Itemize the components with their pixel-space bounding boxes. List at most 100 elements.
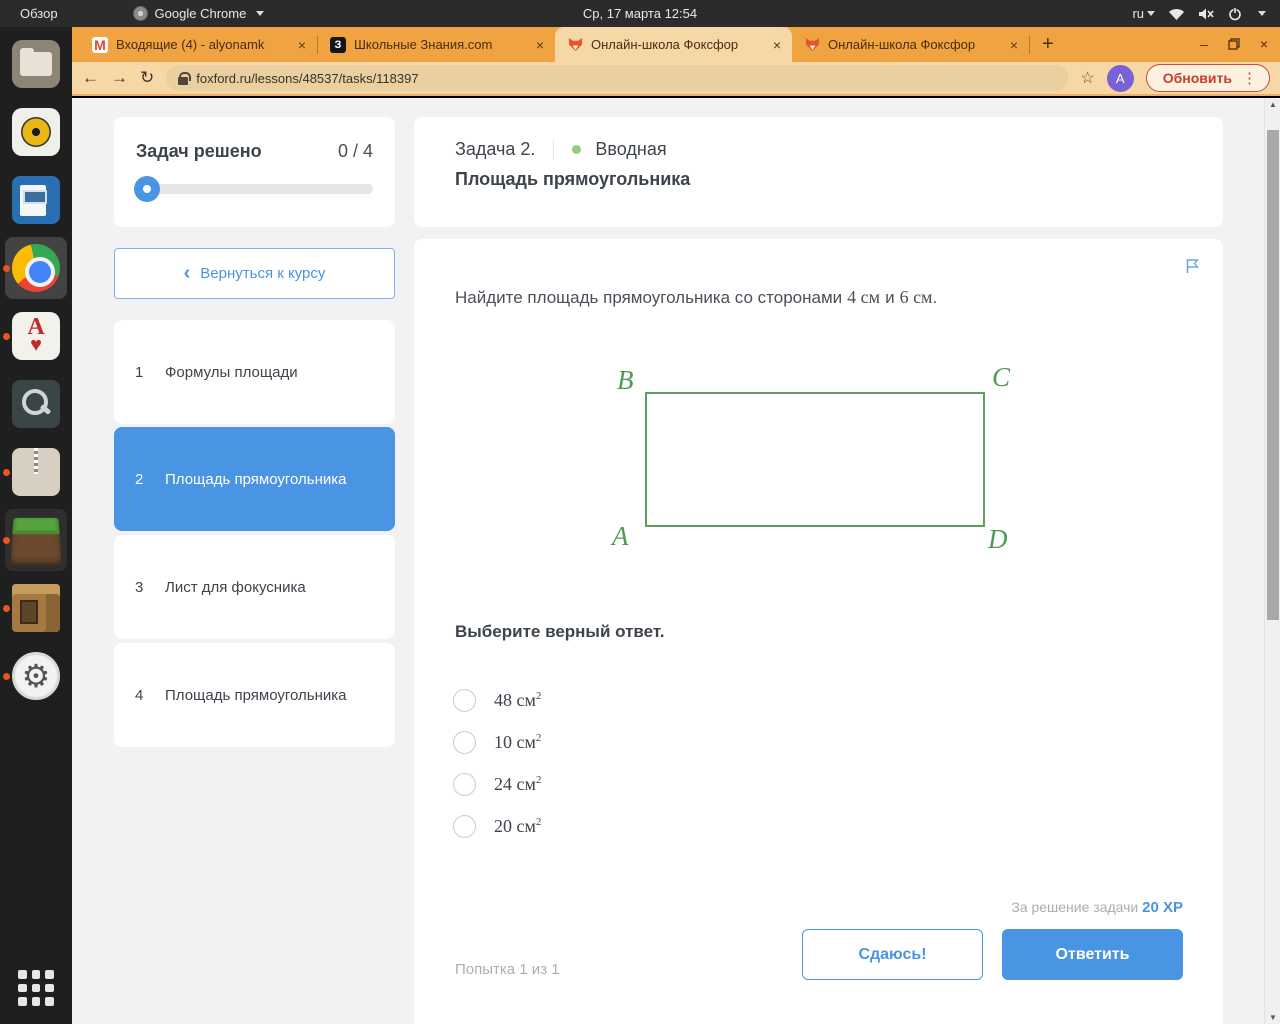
choose-answer-label: Выберите верный ответ. [455,622,665,641]
chrome-app-icon [132,6,148,21]
sidebar-task-2-active[interactable]: 2 Площадь прямоугольника [114,427,395,531]
back-to-course-button[interactable]: ‹ Вернуться к курсу [114,248,395,299]
vertex-label-b: B [617,365,634,395]
scroll-down-arrow[interactable]: ▼ [1265,1013,1280,1022]
dock-item-crafting-table[interactable] [3,584,60,632]
radio-button[interactable] [453,689,476,712]
chrome-update-button[interactable]: Обновить ⋮ [1145,64,1270,92]
lock-icon[interactable] [178,71,192,85]
dock-item-minecraft[interactable] [3,509,67,571]
tab-foxford-2[interactable]: Онлайн-школа Фоксфор × [792,27,1029,62]
restore-button[interactable] [1228,38,1240,50]
sidebar-task-3[interactable]: 3 Лист для фокусника [114,535,395,639]
answer-option-2[interactable]: 10 см2 [453,731,541,754]
close-tab-icon[interactable]: × [295,37,309,53]
tab-gmail[interactable]: M Входящие (4) - alyonamk × [80,27,317,62]
browser-toolbar: ← → ↻ foxford.ru/lessons/48537/tasks/118… [72,62,1280,96]
card-game-icon: A ♥ [12,312,60,360]
vertical-scrollbar[interactable]: ▲ ▼ [1264,98,1280,1024]
libreoffice-impress-icon [12,176,60,224]
power-icon[interactable] [1228,7,1242,21]
tab-foxford-active[interactable]: Онлайн-школа Фоксфор × [555,27,792,62]
volume-muted-icon[interactable] [1198,7,1215,21]
address-bar[interactable]: foxford.ru/lessons/48537/tasks/118397 [166,65,1069,91]
close-tab-icon[interactable]: × [770,37,784,53]
system-top-bar: Обзор Google Chrome Ср, 17 марта 12:54 r… [0,0,1280,27]
dock-item-aisleriot[interactable]: A ♥ [3,312,60,360]
profile-avatar[interactable]: A [1106,64,1134,92]
znanija-favicon: З [330,36,346,53]
tab-strip: M Входящие (4) - alyonamk × З Школьные З… [72,27,1280,62]
reload-button[interactable]: ↻ [140,68,154,88]
new-tab-button[interactable]: + [1042,33,1054,56]
reward-xp: 20 XP [1142,899,1183,916]
page-content: Задач решено 0 / 4 ‹ Вернуться к курсу 1… [72,98,1280,1024]
attempt-counter: Попытка 1 из 1 [455,961,560,978]
dock: A ♥ [0,27,72,1024]
chevron-down-icon[interactable] [1258,11,1266,16]
keyboard-layout-indicator[interactable]: ru [1132,6,1155,21]
flag-icon[interactable] [1185,258,1201,274]
vertex-label-d: D [988,524,1008,554]
task-type: Вводная [595,139,667,159]
answer-option-4[interactable]: 20 см2 [453,815,541,838]
vertex-label-c: C [992,362,1011,392]
chevron-left-icon: ‹ [183,262,191,284]
task-header-card: Задача 2. Вводная Площадь прямоугольника [414,117,1223,227]
focused-app-menu[interactable]: Google Chrome [132,6,265,21]
gmail-favicon: M [92,36,108,53]
foxford-favicon [567,37,583,53]
dock-item-screenshot[interactable] [12,380,60,428]
running-indicator [3,536,10,544]
forward-button[interactable]: → [111,68,128,88]
activities-overview-button[interactable]: Обзор [0,6,78,21]
answer-option-3[interactable]: 24 см2 [453,773,541,796]
wifi-icon[interactable] [1168,7,1185,21]
close-tab-icon[interactable]: × [533,37,547,53]
task-type-dot [572,145,582,154]
running-indicator [3,332,10,340]
dock-item-files[interactable] [12,40,60,88]
radio-button[interactable] [453,731,476,754]
progress-value: 0 / 4 [337,141,373,161]
dock-item-settings[interactable] [3,652,60,700]
minecraft-grass-icon [10,517,62,566]
dock-item-rhythmbox[interactable] [12,108,60,156]
foxford-favicon [804,37,820,53]
answer-button[interactable]: Ответить [1002,929,1183,980]
crafting-table-icon [12,584,60,632]
progress-knob [134,176,160,202]
answer-option-1[interactable]: 48 см2 [453,689,541,712]
side-length-2: 6 см [899,287,933,307]
problem-statement: Найдите площадь прямоугольника со сторон… [455,287,938,307]
radio-button[interactable] [453,773,476,796]
chevron-down-icon [256,11,265,16]
close-tab-icon[interactable]: × [1007,37,1021,53]
radio-button[interactable] [453,815,476,838]
show-applications-button[interactable] [18,970,54,1006]
running-indicator [3,604,10,612]
dock-item-archive-manager[interactable] [3,448,60,496]
sidebar-task-1[interactable]: 1 Формулы площади [114,320,395,424]
dock-item-chrome[interactable] [3,237,67,299]
progress-card: Задач решено 0 / 4 [114,117,395,227]
chevron-down-icon [1147,11,1155,16]
menu-dots-icon[interactable]: ⋮ [1242,69,1257,87]
url-text: foxford.ru/lessons/48537/tasks/118397 [196,70,419,86]
task-number: Задача 2. [455,139,536,159]
reward-text: За решение задачи 20 XP [1011,899,1183,916]
sidebar-task-4[interactable]: 4 Площадь прямоугольника [114,643,395,747]
archive-manager-icon [12,448,60,496]
running-indicator [3,264,10,272]
bookmark-star-icon[interactable]: ☆ [1080,68,1094,88]
scrollbar-thumb[interactable] [1267,130,1279,620]
minimize-button[interactable]: – [1200,35,1208,53]
dock-item-libreoffice[interactable] [12,176,60,224]
scroll-up-arrow[interactable]: ▲ [1265,100,1280,109]
back-button[interactable]: ← [82,68,99,88]
give-up-button[interactable]: Сдаюсь! [802,929,983,980]
close-window-button[interactable]: × [1260,35,1268,53]
files-icon [12,40,60,88]
music-player-icon [12,108,60,156]
tab-znanija[interactable]: З Школьные Знания.com × [318,27,555,62]
